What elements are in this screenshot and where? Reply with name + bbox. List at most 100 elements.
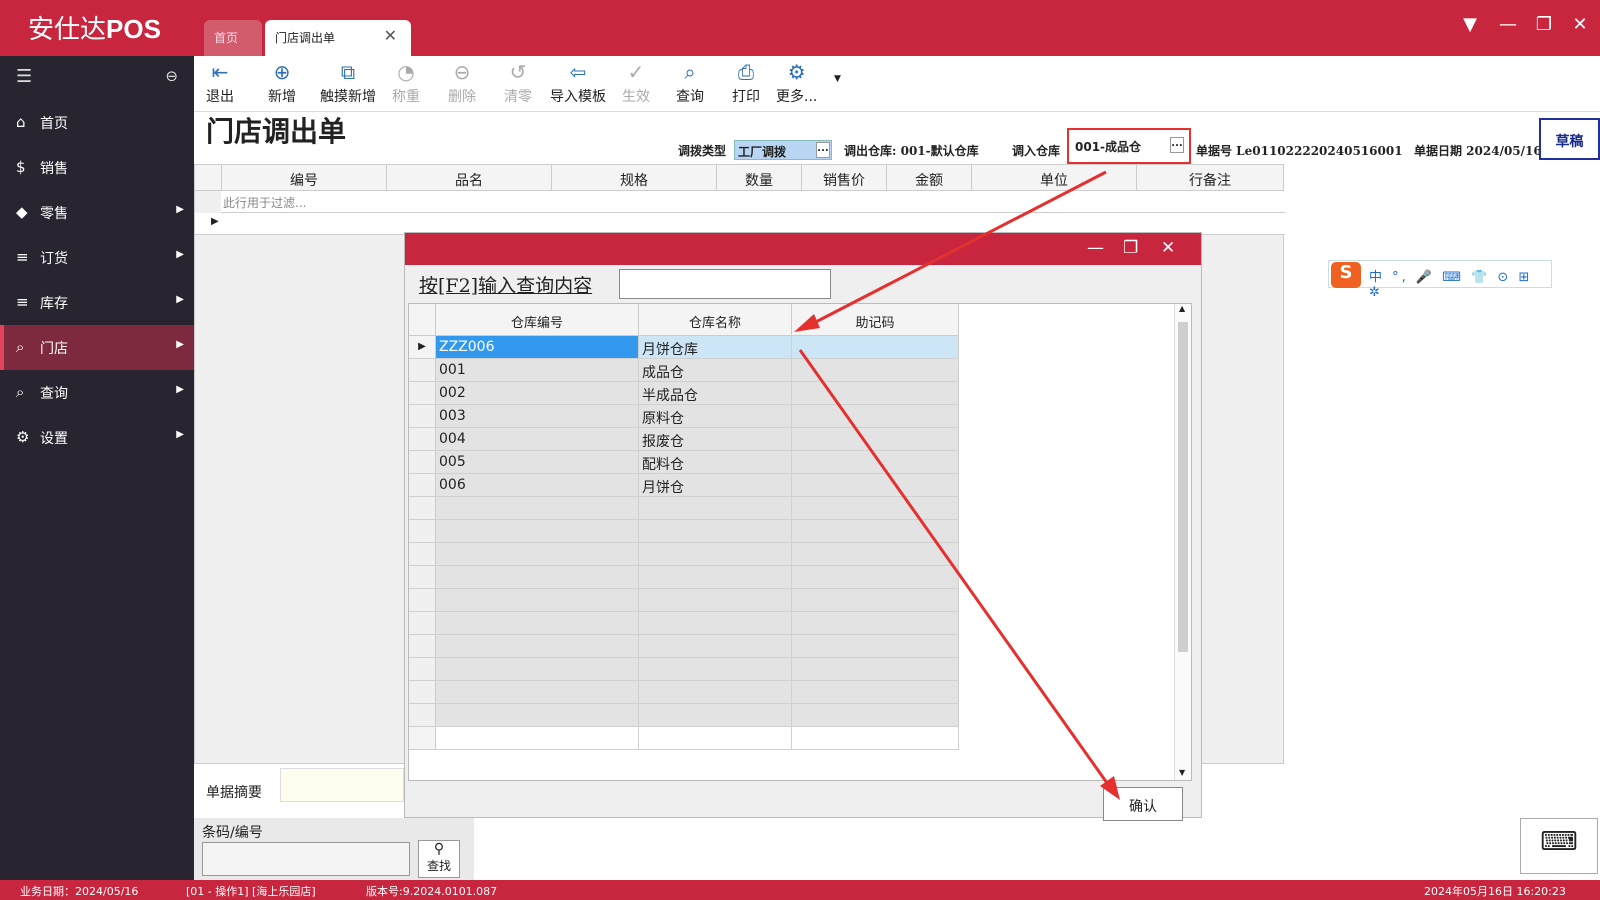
touch-add-button[interactable]: ⧉ 触摸新增 [320,60,376,106]
row-selector[interactable] [409,451,436,473]
sidebar-item-order[interactable]: ≡ 订货 ▶ [0,235,194,280]
table-row[interactable] [409,543,959,566]
table-row[interactable]: ▶ ZZZ006 月饼仓库 [409,336,959,359]
cell-name[interactable] [639,635,792,657]
close-icon[interactable]: ✕ [1566,14,1594,35]
print-button[interactable]: ⎙ 打印 [732,60,760,106]
cell-name[interactable] [639,681,792,703]
column-header[interactable]: 规格 [552,165,717,191]
table-row[interactable] [409,635,959,658]
row-selector[interactable] [409,497,436,519]
cell-name[interactable]: 半成品仓 [639,382,792,404]
column-header[interactable]: 编号 [222,165,387,191]
exit-button[interactable]: ⇤ 退出 [206,60,234,106]
row-selector[interactable] [409,612,436,634]
cell-mnemonic[interactable] [792,520,959,542]
tab-store-transfer-out[interactable]: 门店调出单 ✕ [265,20,411,56]
transfer-type-select[interactable]: 工厂调拨... [734,140,832,160]
row-selector[interactable] [409,727,436,749]
cell-code[interactable] [436,612,639,634]
row-selector[interactable] [409,566,436,588]
cell-name[interactable]: 原料仓 [639,405,792,427]
cell-name[interactable] [639,566,792,588]
row-selector[interactable] [409,704,436,726]
query-button[interactable]: ⌕ 查询 [676,60,704,106]
cell-code[interactable] [436,704,639,726]
cell-name[interactable] [639,612,792,634]
more-dropdown-icon[interactable]: ▼ [834,74,841,84]
cell-name[interactable] [639,520,792,542]
cell-code[interactable]: 003 [436,405,639,427]
close-icon[interactable]: ✕ [1161,238,1175,258]
table-row[interactable] [409,658,959,681]
column-header[interactable]: 金额 [887,165,972,191]
filter-row[interactable]: 此行用于过滤... [221,191,1285,213]
sidebar-item-inventory[interactable]: ≡ 库存 ▶ [0,280,194,325]
ellipsis-button[interactable]: ... [816,142,830,158]
row-selector[interactable] [409,428,436,450]
table-row[interactable]: 002 半成品仓 [409,382,959,405]
ellipsis-button[interactable]: ... [1170,137,1184,153]
cell-code[interactable] [436,727,639,749]
cell-name[interactable]: 月饼仓库 [639,336,792,358]
cell-mnemonic[interactable] [792,359,959,381]
ime-tools[interactable]: 中 °, 🎤 ⌨ 👕 ⊙ ⊞ ✲ [1369,266,1551,300]
row-selector[interactable] [409,405,436,427]
delete-button[interactable]: ⊖ 删除 [448,60,476,106]
cell-code[interactable] [436,497,639,519]
cell-name[interactable] [639,497,792,519]
sidebar-item-sales[interactable]: $ 销售 [0,145,194,190]
row-selector[interactable] [409,658,436,680]
column-header[interactable]: 行备注 [1137,165,1284,191]
table-row[interactable]: 003 原料仓 [409,405,959,428]
row-selector[interactable] [409,474,436,496]
cell-code[interactable] [436,566,639,588]
cell-code[interactable]: 004 [436,428,639,450]
table-row[interactable]: 004 报废仓 [409,428,959,451]
cell-code[interactable] [436,681,639,703]
cell-mnemonic[interactable] [792,405,959,427]
cell-mnemonic[interactable] [792,612,959,634]
tab-close-icon[interactable]: ✕ [384,26,397,45]
cell-code[interactable]: ZZZ006 [436,336,639,358]
table-row[interactable] [409,566,959,589]
cell-mnemonic[interactable] [792,635,959,657]
ime-toolbar[interactable]: S 中 °, 🎤 ⌨ 👕 ⊙ ⊞ ✲ [1328,260,1552,300]
cell-mnemonic[interactable] [792,382,959,404]
table-row[interactable] [409,589,959,612]
table-row[interactable] [409,520,959,543]
cell-name[interactable]: 成品仓 [639,359,792,381]
cell-mnemonic[interactable] [792,336,959,358]
cell-mnemonic[interactable] [792,658,959,680]
row-selector[interactable] [409,382,436,404]
row-selector[interactable] [409,359,436,381]
collapse-icon[interactable]: ⊖ [165,67,178,85]
activate-button[interactable]: ✓ 生效 [622,60,650,106]
minimize-icon[interactable]: — [1087,238,1104,258]
tab-home[interactable]: 首页 [204,20,262,56]
menu-icon[interactable]: ☰ [16,66,32,87]
sidebar-item-query[interactable]: ⌕ 查询 ▶ [0,370,194,415]
scroll-up-icon[interactable]: ▲ [1179,304,1185,313]
row-selector[interactable]: ▶ [409,336,436,358]
dropdown-icon[interactable]: ▼ [1456,14,1484,35]
cell-code[interactable]: 001 [436,359,639,381]
table-row[interactable]: 001 成品仓 [409,359,959,382]
sidebar-item-home[interactable]: ⌂ 首页 [0,100,194,145]
cell-code[interactable]: 006 [436,474,639,496]
cell-mnemonic[interactable] [792,543,959,565]
cell-code[interactable] [436,589,639,611]
column-header[interactable]: 品名 [387,165,552,191]
summary-input[interactable] [280,768,404,802]
cell-code[interactable] [436,543,639,565]
table-row[interactable] [409,681,959,704]
table-row[interactable] [409,704,959,727]
column-header[interactable]: 仓库编号 [436,304,639,336]
find-button[interactable]: ⚲ 查找 [418,840,460,878]
cell-name[interactable]: 月饼仓 [639,474,792,496]
column-header[interactable]: 销售价 [802,165,887,191]
cell-code[interactable]: 002 [436,382,639,404]
table-row[interactable] [409,727,959,750]
row-selector[interactable] [409,635,436,657]
cell-mnemonic[interactable] [792,497,959,519]
